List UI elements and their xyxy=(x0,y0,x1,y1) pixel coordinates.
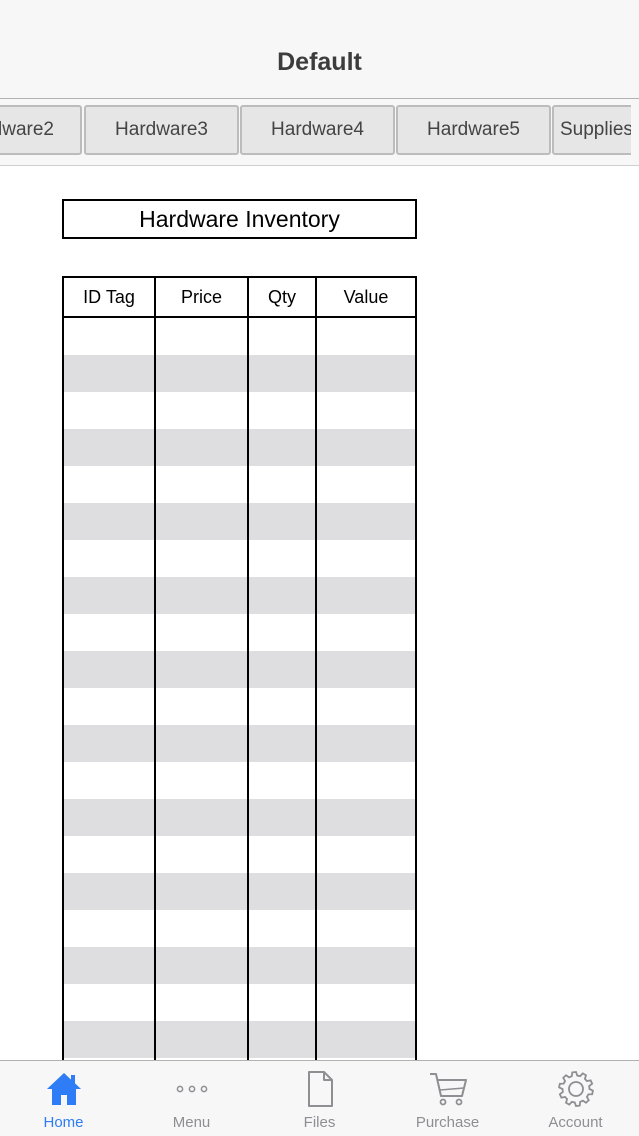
page-title: Default xyxy=(277,48,362,76)
table-row[interactable] xyxy=(64,318,415,355)
table-row[interactable] xyxy=(64,540,415,577)
cart-icon xyxy=(429,1073,467,1106)
table-row[interactable] xyxy=(64,873,415,910)
table-row[interactable] xyxy=(64,947,415,984)
inventory-title: Hardware Inventory xyxy=(62,199,417,239)
table-row[interactable] xyxy=(64,910,415,947)
table-row[interactable] xyxy=(64,392,415,429)
segment-hardware5[interactable]: Hardware5 xyxy=(396,105,551,155)
table-row[interactable] xyxy=(64,577,415,614)
tab-menu[interactable]: Menu xyxy=(128,1061,255,1136)
more-dots-icon xyxy=(176,1085,207,1093)
home-icon xyxy=(46,1073,81,1105)
segment-hardware2[interactable]: Hardware2 xyxy=(0,105,82,155)
table-row[interactable] xyxy=(64,651,415,688)
tab-bar: Home Menu Files Purchase Account xyxy=(0,1060,639,1136)
segment-supplies[interactable]: Supplies xyxy=(552,105,639,155)
tab-purchase[interactable]: Purchase xyxy=(384,1061,511,1136)
tab-home[interactable]: Home xyxy=(0,1061,127,1136)
segment-scroller[interactable]: Hardware2 Hardware3 Hardware4 Hardware5 … xyxy=(0,99,639,166)
tab-label: Account xyxy=(548,1114,603,1131)
gear-icon xyxy=(557,1071,594,1107)
tab-label: Home xyxy=(43,1114,84,1131)
table-row[interactable] xyxy=(64,614,415,651)
table-row[interactable] xyxy=(64,762,415,799)
table-row[interactable] xyxy=(64,836,415,873)
navigation-bar: Default xyxy=(0,0,639,99)
segment-hardware4[interactable]: Hardware4 xyxy=(240,105,395,155)
table-row[interactable] xyxy=(64,355,415,392)
column-header-id-tag: ID Tag xyxy=(83,287,135,307)
inventory-table: ID Tag Price Qty Value xyxy=(62,276,417,1066)
table-row[interactable] xyxy=(64,429,415,466)
file-icon xyxy=(307,1071,333,1107)
column-divider xyxy=(315,278,317,1066)
table-row[interactable] xyxy=(64,688,415,725)
strip-edge xyxy=(631,99,639,165)
table-header-row: ID Tag Price Qty Value xyxy=(64,278,415,318)
tab-label: Files xyxy=(303,1114,336,1131)
table-row[interactable] xyxy=(64,503,415,540)
column-divider xyxy=(154,278,156,1066)
column-header-value: Value xyxy=(343,287,389,307)
segment-hardware3[interactable]: Hardware3 xyxy=(84,105,239,155)
table-row[interactable] xyxy=(64,984,415,1021)
table-row[interactable] xyxy=(64,725,415,762)
screen: Default Hardware2 Hardware3 Hardware4 Ha… xyxy=(0,0,639,1136)
tab-label: Menu xyxy=(172,1114,211,1131)
column-divider xyxy=(247,278,249,1066)
table-row[interactable] xyxy=(64,466,415,503)
table-row[interactable] xyxy=(64,1021,415,1058)
column-header-price: Price xyxy=(180,287,222,307)
column-header-qty: Qty xyxy=(267,287,296,307)
tab-label: Purchase xyxy=(415,1114,480,1131)
tab-account[interactable]: Account xyxy=(512,1061,639,1136)
table-row[interactable] xyxy=(64,799,415,836)
tab-files[interactable]: Files xyxy=(256,1061,383,1136)
table-body[interactable] xyxy=(64,318,415,1058)
